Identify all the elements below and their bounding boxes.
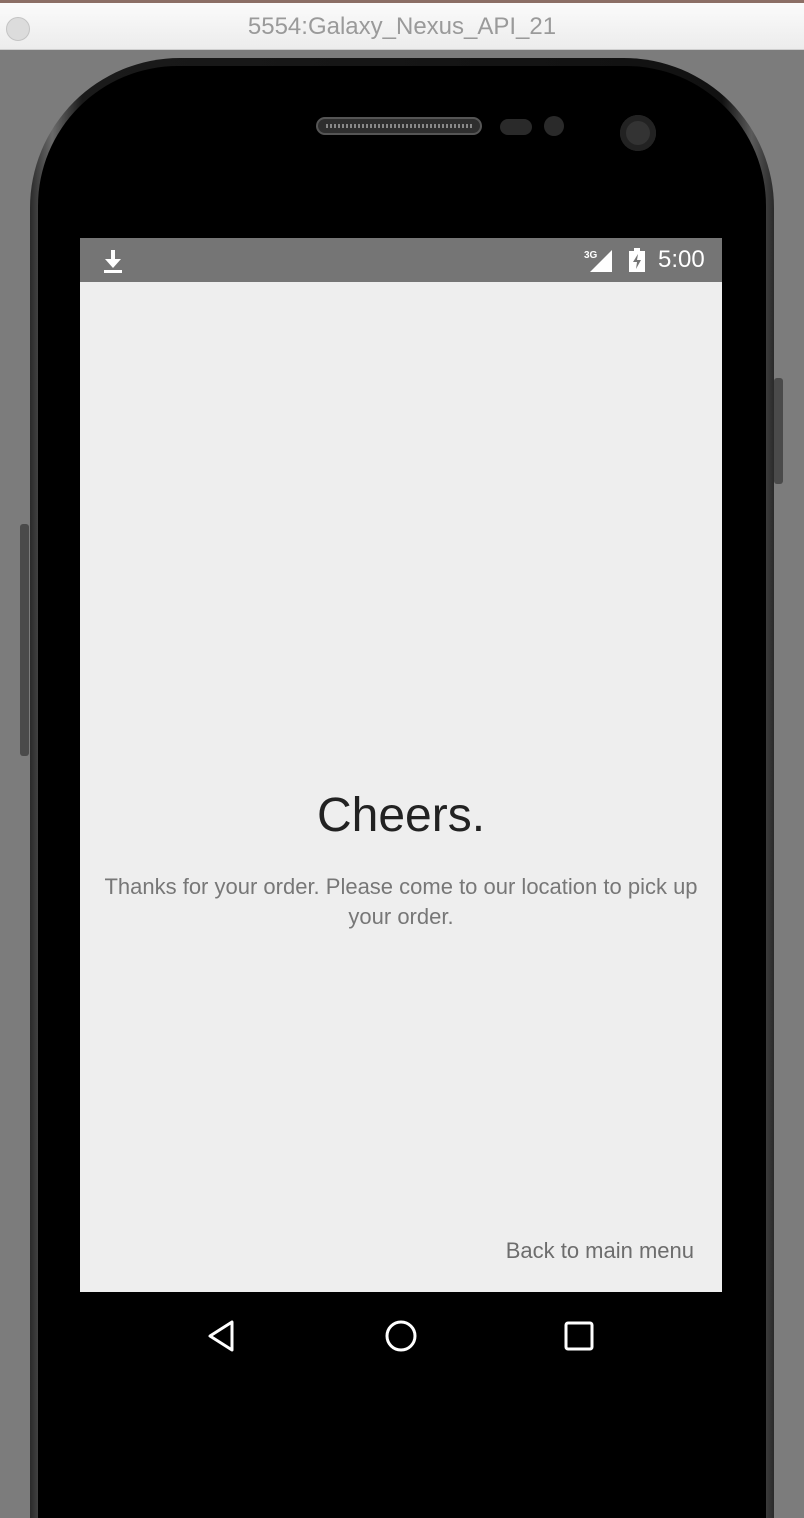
back-to-main-menu-button[interactable]: Back to main menu — [506, 1234, 694, 1268]
front-camera — [620, 115, 656, 151]
status-clock: 5:00 — [658, 246, 705, 273]
proximity-sensor — [500, 119, 532, 135]
confirmation-message: Thanks for your order. Please come to ou… — [104, 874, 698, 929]
home-icon[interactable] — [381, 1316, 421, 1356]
signal-icon: 3G — [584, 250, 612, 272]
window-title: 5554:Galaxy_Nexus_API_21 — [247, 13, 557, 40]
back-icon[interactable] — [202, 1316, 242, 1356]
confirmation-content: Cheers. Thanks for your order. Please co… — [80, 282, 722, 1292]
status-bar: 3G 5:00 — [80, 238, 722, 282]
battery-icon — [629, 248, 645, 272]
light-sensor — [544, 116, 564, 136]
confirmation-heading: Cheers. — [316, 789, 486, 842]
phone-volume-button — [20, 524, 29, 756]
navigation-bar — [80, 1292, 722, 1378]
download-icon — [104, 250, 122, 273]
phone-power-button — [774, 378, 783, 484]
earpiece-speaker — [316, 117, 482, 135]
network-type-label: 3G — [584, 250, 598, 261]
device-screen: 3G 5:00 Cheers. Thanks for your order. P… — [80, 238, 722, 1378]
recents-icon[interactable] — [559, 1316, 599, 1356]
window-titlebar: 5554:Galaxy_Nexus_API_21 — [0, 0, 804, 50]
